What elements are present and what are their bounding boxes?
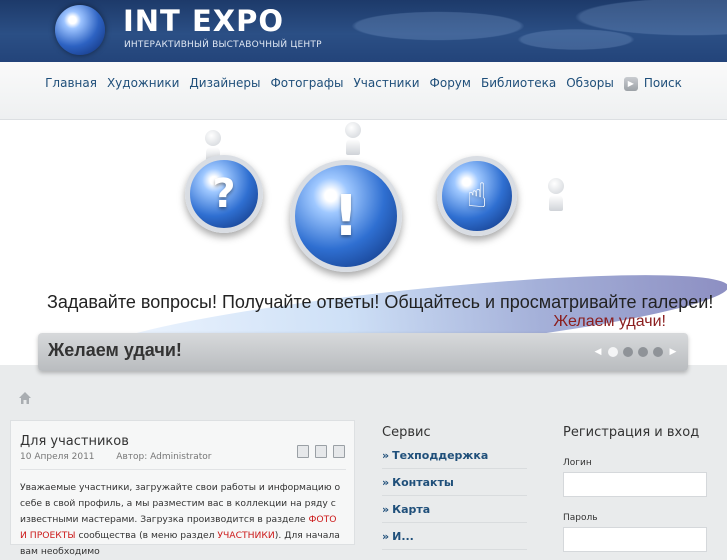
- arrow-right-icon: ▶: [623, 76, 638, 91]
- password-input[interactable]: [563, 527, 707, 552]
- article-author: Автор: Administrator: [116, 452, 212, 462]
- slider-prev-icon[interactable]: ◀: [593, 346, 603, 358]
- figure-right-icon: [548, 178, 564, 211]
- slider-controls: ◀ ▶: [593, 346, 678, 358]
- slider-dot[interactable]: [608, 347, 618, 357]
- login-form: Регистрация и вход Логин Пароль: [563, 425, 708, 552]
- nav-item-participants[interactable]: Участники: [348, 75, 424, 91]
- search-label: Поиск: [643, 76, 682, 90]
- divider: [20, 469, 346, 470]
- nav-item-forum[interactable]: Форум: [425, 75, 476, 91]
- nav-item-reviews[interactable]: Обзоры: [561, 75, 619, 91]
- login-label: Логин: [563, 458, 592, 468]
- slider-bar: Желаем удачи! ◀ ▶: [38, 333, 688, 371]
- service-menu: Сервис » Техподдержка » Контакты » Карта » И…: [382, 425, 527, 550]
- link-participants[interactable]: УЧАСТНИКИ: [217, 530, 274, 541]
- double-chevron-icon: »: [382, 503, 390, 516]
- email-icon[interactable]: [333, 445, 345, 458]
- banner: ? ! ☝ Задавайте вопросы! Получайте ответ…: [0, 120, 727, 365]
- pdf-icon[interactable]: [297, 445, 309, 458]
- nav-item-home[interactable]: Главная: [40, 75, 102, 91]
- article-panel: Для участников 10 Апреля 2011 Автор: Adm…: [10, 420, 355, 557]
- nav-item-artists[interactable]: Художники: [102, 75, 184, 91]
- logo-subtitle: ИНТЕРАКТИВНЫЙ ВЫСТАВОЧНЫЙ ЦЕНТР: [124, 40, 322, 50]
- login-input[interactable]: [563, 472, 707, 497]
- service-item-map[interactable]: » Карта: [382, 496, 527, 523]
- banner-slogan: Задавайте вопросы! Получайте ответы! Общ…: [47, 292, 714, 312]
- globe-logo-icon[interactable]: [55, 5, 105, 55]
- nav-item-library[interactable]: Библиотека: [476, 75, 561, 91]
- home-icon[interactable]: [18, 391, 32, 405]
- figure-center-icon: [345, 122, 361, 155]
- login-title: Регистрация и вход: [563, 425, 700, 440]
- logo-title[interactable]: INT EXPO: [123, 4, 284, 38]
- pointer-orb-icon: ☝: [437, 156, 517, 236]
- password-label: Пароль: [563, 513, 598, 523]
- world-map-decoration: [300, 0, 727, 62]
- service-item-support[interactable]: » Техподдержка: [382, 442, 527, 469]
- article-title[interactable]: Для участников: [20, 434, 129, 449]
- article-meta: 10 Апреля 2011 Автор: Administrator: [20, 452, 211, 462]
- double-chevron-icon: »: [382, 530, 390, 543]
- service-item-contacts[interactable]: » Контакты: [382, 469, 527, 496]
- slider-dot[interactable]: [653, 347, 663, 357]
- slider-dot[interactable]: [638, 347, 648, 357]
- service-item-more[interactable]: » И...: [382, 523, 527, 550]
- article-date: 10 Апреля 2011: [20, 452, 95, 462]
- double-chevron-icon: »: [382, 476, 390, 489]
- slider-dot[interactable]: [623, 347, 633, 357]
- question-orb-icon: ?: [185, 155, 263, 233]
- service-title: Сервис: [382, 425, 431, 440]
- site-header: INT EXPO ИНТЕРАКТИВНЫЙ ВЫСТАВОЧНЫЙ ЦЕНТР: [0, 0, 727, 62]
- slider-next-icon[interactable]: ▶: [668, 346, 678, 358]
- print-icon[interactable]: [315, 445, 327, 458]
- exclamation-orb-icon: !: [290, 160, 402, 272]
- main-navigation: Главная Художники Дизайнеры Фотографы Уч…: [0, 62, 727, 120]
- article-body: Уважаемые участники, загружайте свои раб…: [20, 482, 341, 557]
- banner-wish: Желаем удачи!: [553, 313, 666, 330]
- double-chevron-icon: »: [382, 449, 390, 462]
- slider-caption: Желаем удачи!: [48, 340, 182, 360]
- nav-item-search[interactable]: ▶ Поиск: [619, 75, 687, 91]
- article-tools: [297, 445, 345, 458]
- nav-item-photographers[interactable]: Фотографы: [265, 75, 348, 91]
- nav-item-designers[interactable]: Дизайнеры: [184, 75, 265, 91]
